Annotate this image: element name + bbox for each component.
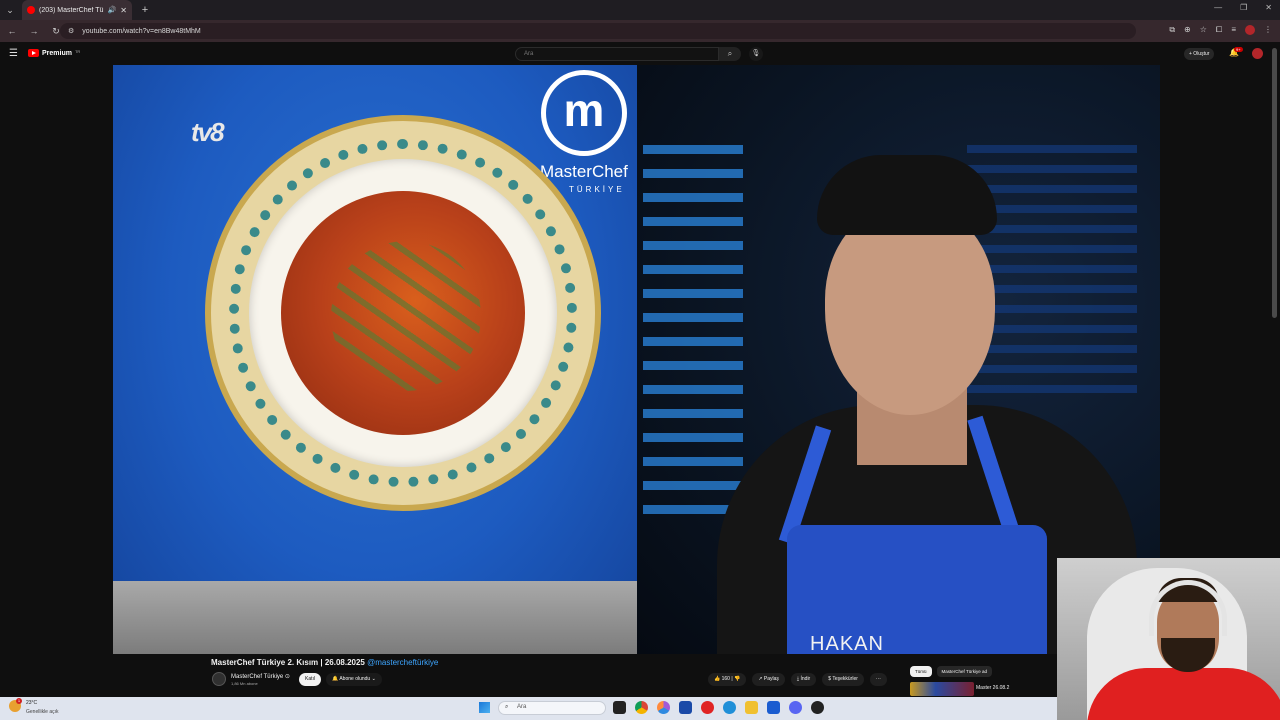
brand-subtitle: TÜRKİYE [569, 185, 625, 194]
notification-badge: 9+ [1234, 47, 1243, 52]
extensions-icon[interactable]: ⧠ [1216, 25, 1222, 35]
video-player[interactable]: tv8 MasterChef TÜRKİYE [113, 65, 1160, 654]
next-video-thumbnail[interactable] [910, 682, 974, 696]
address-bar[interactable]: ⚙ youtube.com/watch?v=en8Bw48tMhM [60, 23, 1136, 39]
browser-toolbar: ← → ↻ ⚙ youtube.com/watch?v=en8Bw48tMhM … [0, 20, 1280, 42]
page-scrollbar[interactable] [1272, 48, 1277, 318]
zoom-icon[interactable]: ⊕ [1184, 25, 1191, 35]
speaker-icon[interactable]: 🔊 [108, 6, 117, 14]
channel-name[interactable]: MasterChef Türkiye ⊙ [231, 673, 290, 680]
webcam-overlay [1057, 558, 1280, 720]
task-view-icon[interactable] [613, 701, 626, 714]
video-actions: 👍 160 | 👎 ↗ Paylaş ⤓ İndir $ Teşekkürler… [708, 673, 887, 686]
dish-frame: tv8 MasterChef TÜRKİYE [113, 65, 637, 654]
minimize-icon[interactable]: — [1214, 3, 1222, 12]
recording-app-icon[interactable] [811, 701, 824, 714]
title-hashtag[interactable]: @mastercheftürkiye [367, 658, 438, 667]
next-video-title[interactable]: Master 26.08.2 [976, 685, 1009, 691]
bookmark-star-icon[interactable]: ☆ [1200, 25, 1207, 35]
chip-all[interactable]: Tümü [910, 666, 932, 677]
browser-actions: ⧉ ⊕ ☆ ⧠ ≡ ⋮ [1169, 25, 1272, 35]
dish-plate [205, 115, 601, 511]
brand-name: MasterChef [540, 162, 628, 181]
broadcaster-logo: tv8 [191, 117, 225, 147]
hamburger-menu-icon[interactable]: ☰ [9, 48, 18, 59]
weather-description[interactable]: Genellikle açık [26, 709, 59, 715]
browser-tab-strip: ⌄ (203) MasterChef Türkiye 2 🔊 ✕ + — ❐ ✕ [0, 0, 1280, 20]
chip-channel[interactable]: MasterChef Türkiye ad [936, 666, 992, 677]
subscribed-button[interactable]: 🔔 Abone olundu ⌄ [326, 673, 382, 686]
tab-list-chevron-icon[interactable]: ⌄ [0, 0, 20, 20]
profile-avatar[interactable] [1245, 25, 1255, 35]
create-button[interactable]: + Oluştur [1184, 48, 1215, 60]
app-icon[interactable] [657, 701, 670, 714]
logo-country: TR [74, 48, 81, 54]
like-button[interactable]: 👍 160 | 👎 [708, 673, 747, 686]
apron-name: HAKAN [810, 633, 884, 654]
thanks-button[interactable]: $ Teşekkürler [822, 673, 864, 686]
table-surface [113, 581, 637, 654]
taskbar-apps [613, 701, 824, 714]
youtube-play-icon [28, 49, 39, 57]
weather-temperature[interactable]: 23°C [26, 700, 37, 706]
subscriber-count: 1,86 Mn abone [231, 681, 258, 686]
close-tab-icon[interactable]: ✕ [120, 6, 127, 15]
microphone-icon[interactable]: 🎙 [749, 47, 763, 61]
calendar-icon[interactable] [679, 701, 692, 714]
weather-badge: 1 [16, 698, 22, 704]
search-icon[interactable]: ⌕ [719, 47, 741, 61]
restore-icon[interactable]: ❐ [1240, 3, 1247, 12]
video-title: MasterChef Türkiye 2. Kısım | 26.08.2025… [211, 658, 439, 667]
media-control-icon[interactable]: ≡ [1231, 25, 1236, 35]
youtube-favicon-icon [27, 6, 35, 14]
windows-start-icon[interactable] [479, 702, 490, 713]
logo-text: Premium [42, 49, 72, 57]
screen: ⌄ (203) MasterChef Türkiye 2 🔊 ✕ + — ❐ ✕… [0, 0, 1280, 720]
taskbar-search-input[interactable]: ⌕ Ara [498, 701, 606, 715]
close-window-icon[interactable]: ✕ [1265, 3, 1272, 12]
account-avatar[interactable] [1252, 48, 1263, 59]
tab-title: (203) MasterChef Türkiye 2 [39, 6, 104, 14]
site-info-icon[interactable]: ⚙ [68, 27, 74, 35]
youtube-logo[interactable]: Premium TR [28, 49, 80, 57]
channel-avatar[interactable] [212, 672, 226, 686]
youtube-header: ☰ Premium TR Ara ⌕ 🎙 + Oluştur 🔔 9+ [0, 42, 1280, 66]
taskbar-search-icon: ⌕ [505, 704, 509, 710]
back-icon[interactable]: ← [6, 26, 18, 36]
masterchef-logo-icon [541, 70, 627, 156]
share-button[interactable]: ↗ Paylaş [752, 673, 785, 686]
search-input[interactable]: Ara [515, 47, 719, 61]
more-actions-button[interactable]: ··· [869, 673, 887, 686]
discord-icon[interactable] [789, 701, 802, 714]
new-tab-button[interactable]: + [136, 4, 154, 16]
browser-tab[interactable]: (203) MasterChef Türkiye 2 🔊 ✕ [22, 0, 132, 20]
file-explorer-icon[interactable] [745, 701, 758, 714]
window-controls: — ❐ ✕ [1214, 3, 1272, 12]
url-text: youtube.com/watch?v=en8Bw48tMhM [82, 27, 201, 35]
store-icon[interactable] [767, 701, 780, 714]
download-button[interactable]: ⤓ İndir [790, 673, 817, 686]
edge-icon[interactable] [723, 701, 736, 714]
forward-icon[interactable]: → [28, 26, 40, 36]
opera-icon[interactable] [701, 701, 714, 714]
browser-menu-icon[interactable]: ⋮ [1264, 25, 1272, 35]
join-button[interactable]: Katıl [299, 673, 322, 686]
chrome-icon[interactable] [635, 701, 648, 714]
recommendation-chips: Tümü MasterChef Türkiye ad [910, 666, 992, 677]
install-app-icon[interactable]: ⧉ [1169, 25, 1175, 35]
